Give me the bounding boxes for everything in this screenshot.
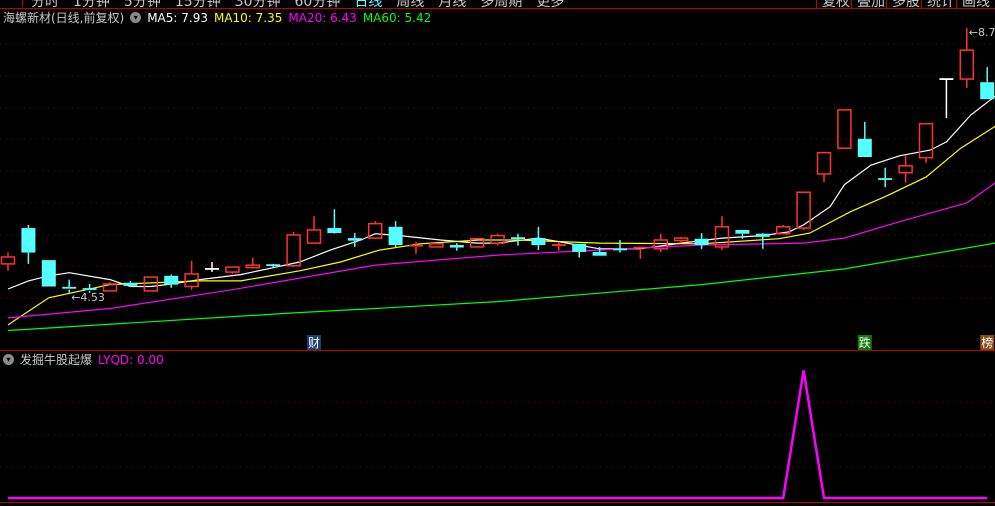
candle (857, 121, 872, 158)
ma-line-ma60 (7, 242, 995, 332)
candle (429, 243, 444, 248)
candle-body (164, 275, 179, 285)
candle (164, 274, 179, 288)
candle (184, 260, 199, 290)
candle-body (388, 226, 403, 246)
candle (21, 224, 36, 264)
candle (613, 240, 627, 253)
candle-body (755, 233, 770, 237)
candle-body (225, 266, 240, 273)
candle (755, 233, 770, 249)
candle (816, 151, 832, 183)
event-marker[interactable]: 财 (307, 335, 321, 350)
candle (918, 122, 934, 163)
indicator-header: ▾ 发掘牛股起爆 LYQD: 0.00 (3, 351, 164, 368)
candle-body (41, 260, 56, 287)
candle (327, 209, 342, 234)
candle-body (286, 234, 301, 267)
lyqd-line (8, 370, 988, 500)
candle-body (694, 238, 709, 246)
candle (673, 236, 689, 242)
candle-body (857, 138, 872, 158)
ma-line-ma10 (7, 125, 995, 326)
candle (388, 221, 403, 247)
candle (102, 282, 118, 292)
candle (653, 233, 669, 252)
event-marker[interactable]: 榜 (980, 335, 995, 350)
event-marker-label: 财 (308, 336, 320, 350)
candle-body (735, 229, 750, 234)
candle-body (980, 82, 995, 100)
candle-body (796, 191, 811, 229)
candle (123, 280, 138, 287)
candle-body (531, 238, 546, 246)
candle (143, 276, 159, 292)
candle (531, 226, 546, 251)
candle-body (837, 109, 852, 149)
candle-body (143, 276, 159, 292)
candle-body (327, 228, 342, 234)
candle-body (572, 243, 587, 252)
candle (878, 167, 893, 188)
low-price-label: ←4.53 (71, 291, 105, 304)
candle-body (347, 238, 362, 241)
indicator-name[interactable]: 发掘牛股起爆 (20, 351, 92, 368)
ma-line-ma5 (7, 95, 995, 290)
candle-body (21, 228, 36, 253)
candle-body (959, 49, 975, 80)
candle (225, 266, 240, 274)
candle (572, 243, 587, 258)
indicator-value: LYQD: 0.00 (98, 352, 164, 367)
candle-body (0, 256, 16, 265)
candle-body (306, 229, 322, 244)
candle-body (714, 226, 730, 248)
candle-body (429, 243, 444, 248)
candle-body (673, 237, 689, 242)
candle-body (918, 122, 934, 159)
event-marker-label: 跌 (859, 335, 871, 350)
chevron-down-icon[interactable]: ▾ (3, 354, 14, 365)
candle-body (123, 282, 138, 286)
high-price-label: ←8.7 (969, 26, 995, 39)
candle (939, 78, 954, 119)
candle-body (449, 245, 464, 248)
candle (980, 67, 995, 100)
candle (347, 233, 362, 247)
candle (41, 260, 56, 287)
candle (837, 109, 852, 149)
event-marker[interactable]: 跌 (857, 335, 872, 350)
candle (898, 155, 913, 183)
candle-body (898, 165, 913, 174)
candle (449, 243, 464, 251)
event-marker-label: 榜 (981, 335, 993, 350)
candle-body (592, 251, 607, 256)
candle (205, 262, 219, 273)
candle (551, 241, 566, 251)
candle (0, 252, 16, 271)
candle (306, 216, 322, 244)
kline-chart[interactable]: ←4.53 ←8.7 财 跌 榜 (0, 0, 995, 506)
